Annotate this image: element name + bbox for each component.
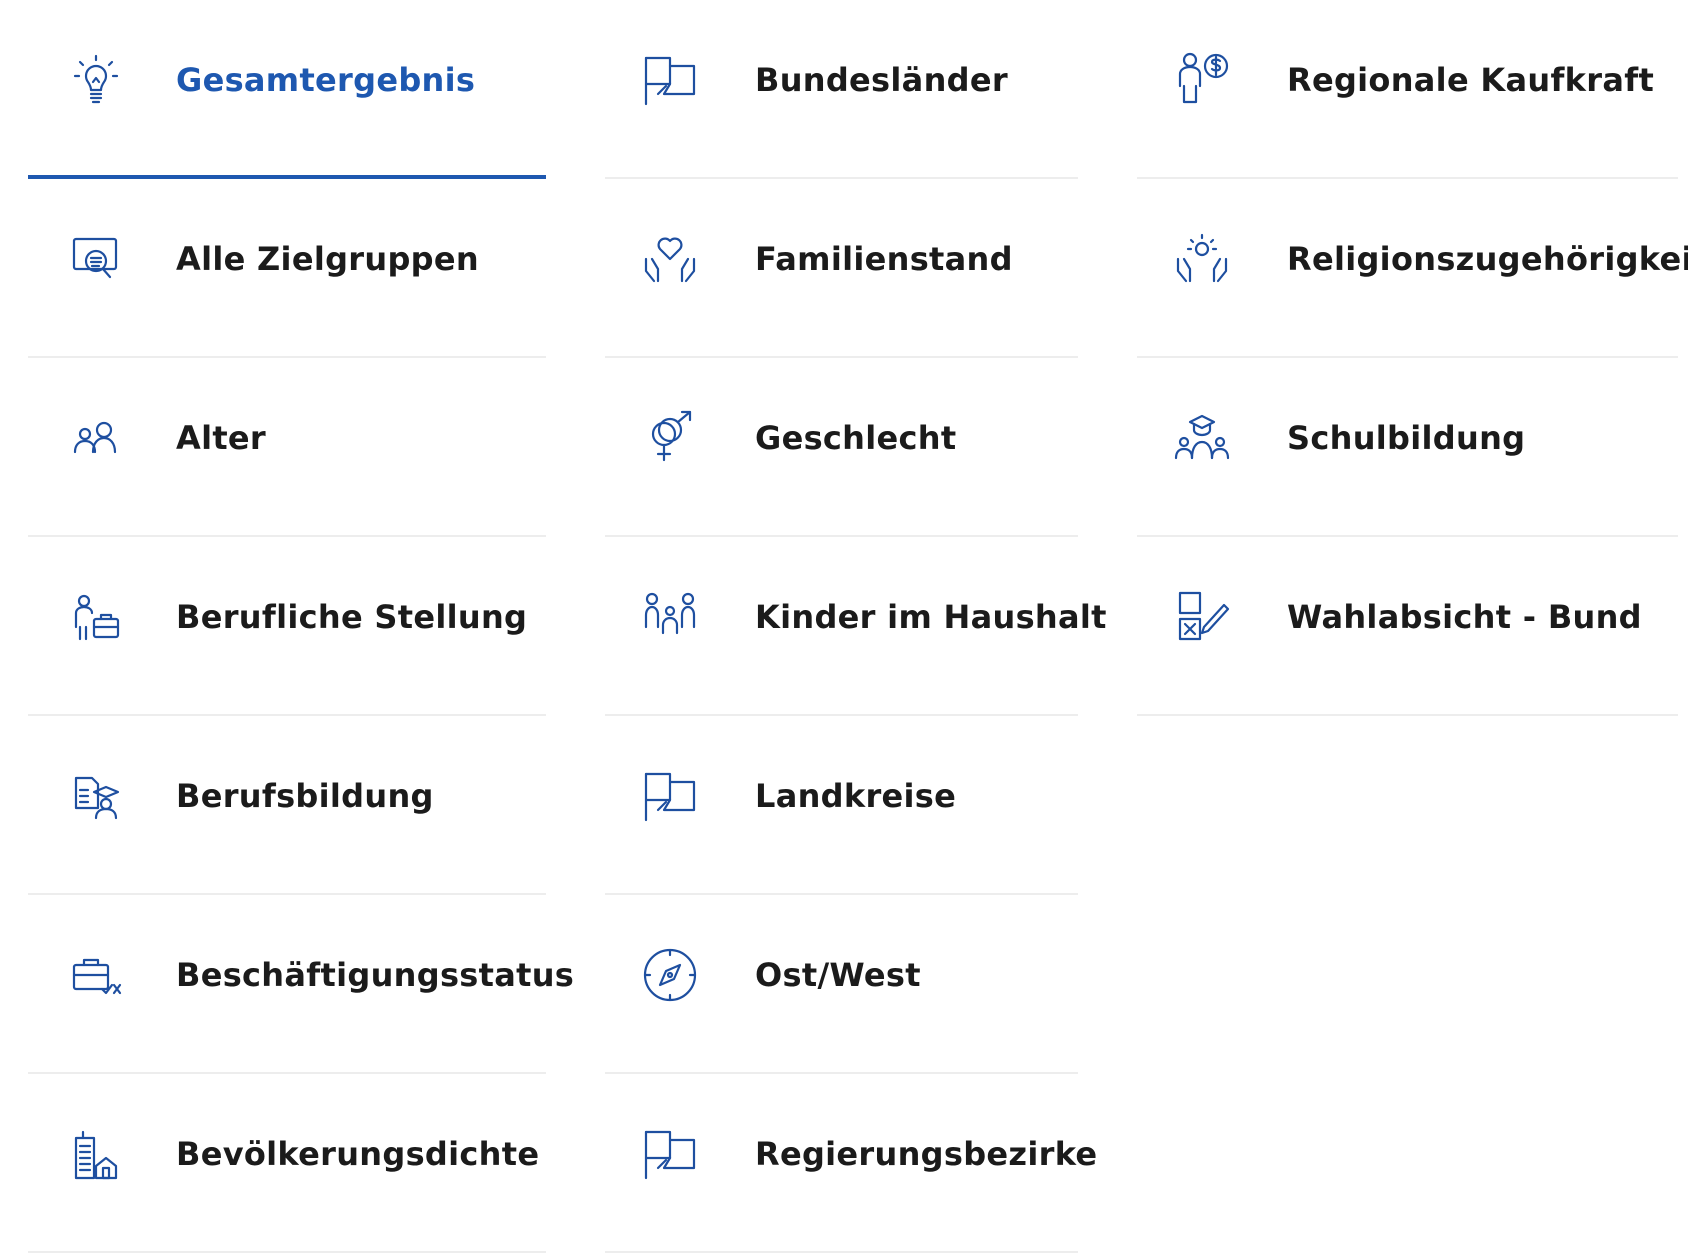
monitor-search-icon xyxy=(66,229,126,289)
category-item-kinder-im-haushalt[interactable]: Kinder im Haushalt xyxy=(605,537,1106,716)
map-icon xyxy=(640,766,700,826)
category-label: Beschäftigungsstatus xyxy=(176,956,575,994)
category-item-religionszugehoerigkeit[interactable]: Religionszugehörigkeit xyxy=(1137,179,1688,358)
briefcase-check-icon xyxy=(66,945,126,1005)
category-item-gesamtergebnis[interactable]: Gesamtergebnis xyxy=(28,0,546,179)
category-item-regierungsbezirke[interactable]: Regierungsbezirke xyxy=(605,1074,1097,1253)
category-item-berufsbildung[interactable]: Berufsbildung xyxy=(28,716,546,895)
category-label: Gesamtergebnis xyxy=(176,61,476,99)
gender-icon xyxy=(640,408,700,468)
lightbulb-icon xyxy=(66,50,126,110)
category-label: Kinder im Haushalt xyxy=(755,598,1107,636)
category-item-ost-west[interactable]: Ost/West xyxy=(605,895,1078,1074)
category-item-beschaeftigungsstatus[interactable]: Beschäftigungsstatus xyxy=(28,895,574,1074)
compass-icon xyxy=(640,945,700,1005)
category-label: Landkreise xyxy=(755,777,957,815)
category-item-landkreise[interactable]: Landkreise xyxy=(605,716,1078,895)
building-house-icon xyxy=(66,1124,126,1184)
category-label: Bundesländer xyxy=(755,61,1008,99)
document-graduate-icon xyxy=(66,766,126,826)
category-label: Alle Zielgruppen xyxy=(176,240,479,278)
category-item-geschlecht[interactable]: Geschlecht xyxy=(605,358,1078,537)
category-item-berufliche-stellung[interactable]: Berufliche Stellung xyxy=(28,537,546,716)
map-icon xyxy=(640,1124,700,1184)
graduates-icon xyxy=(1172,408,1232,468)
category-label: Bevölkerungsdichte xyxy=(176,1135,540,1173)
map-icon xyxy=(640,50,700,110)
category-item-bevoelkerungsdichte[interactable]: Bevölkerungsdichte xyxy=(28,1074,546,1253)
people-icon xyxy=(66,408,126,468)
hands-heart-icon xyxy=(640,229,700,289)
family-icon xyxy=(640,587,700,647)
person-briefcase-icon xyxy=(66,587,126,647)
category-item-regionale-kaufkraft[interactable]: Regionale Kaufkraft xyxy=(1137,0,1678,179)
category-column-2: Bundesländer Familienstand Geschlecht Ki… xyxy=(605,0,1106,1253)
hands-sun-icon xyxy=(1172,229,1232,289)
category-label: Geschlecht xyxy=(755,419,957,457)
category-label: Regionale Kaufkraft xyxy=(1287,61,1655,99)
category-label: Regierungsbezirke xyxy=(755,1135,1098,1173)
person-money-icon xyxy=(1172,50,1232,110)
category-label: Wahlabsicht - Bund xyxy=(1287,598,1642,636)
category-column-1: Gesamtergebnis Alle Zielgruppen Alter Be… xyxy=(28,0,574,1253)
category-item-schulbildung[interactable]: Schulbildung xyxy=(1137,358,1678,537)
category-item-wahlabsicht-bund[interactable]: Wahlabsicht - Bund xyxy=(1137,537,1678,716)
category-label: Alter xyxy=(176,419,267,457)
category-label: Religionszugehörigkeit xyxy=(1287,240,1688,278)
category-item-alter[interactable]: Alter xyxy=(28,358,546,537)
category-label: Berufsbildung xyxy=(176,777,434,815)
category-column-3: Regionale Kaufkraft Religionszugehörigke… xyxy=(1137,0,1688,716)
ballot-pen-icon xyxy=(1172,587,1232,647)
category-label: Familienstand xyxy=(755,240,1013,278)
category-label: Schulbildung xyxy=(1287,419,1526,457)
category-item-alle-zielgruppen[interactable]: Alle Zielgruppen xyxy=(28,179,546,358)
category-label: Berufliche Stellung xyxy=(176,598,528,636)
category-item-bundeslaender[interactable]: Bundesländer xyxy=(605,0,1078,179)
category-item-familienstand[interactable]: Familienstand xyxy=(605,179,1078,358)
category-label: Ost/West xyxy=(755,956,921,994)
